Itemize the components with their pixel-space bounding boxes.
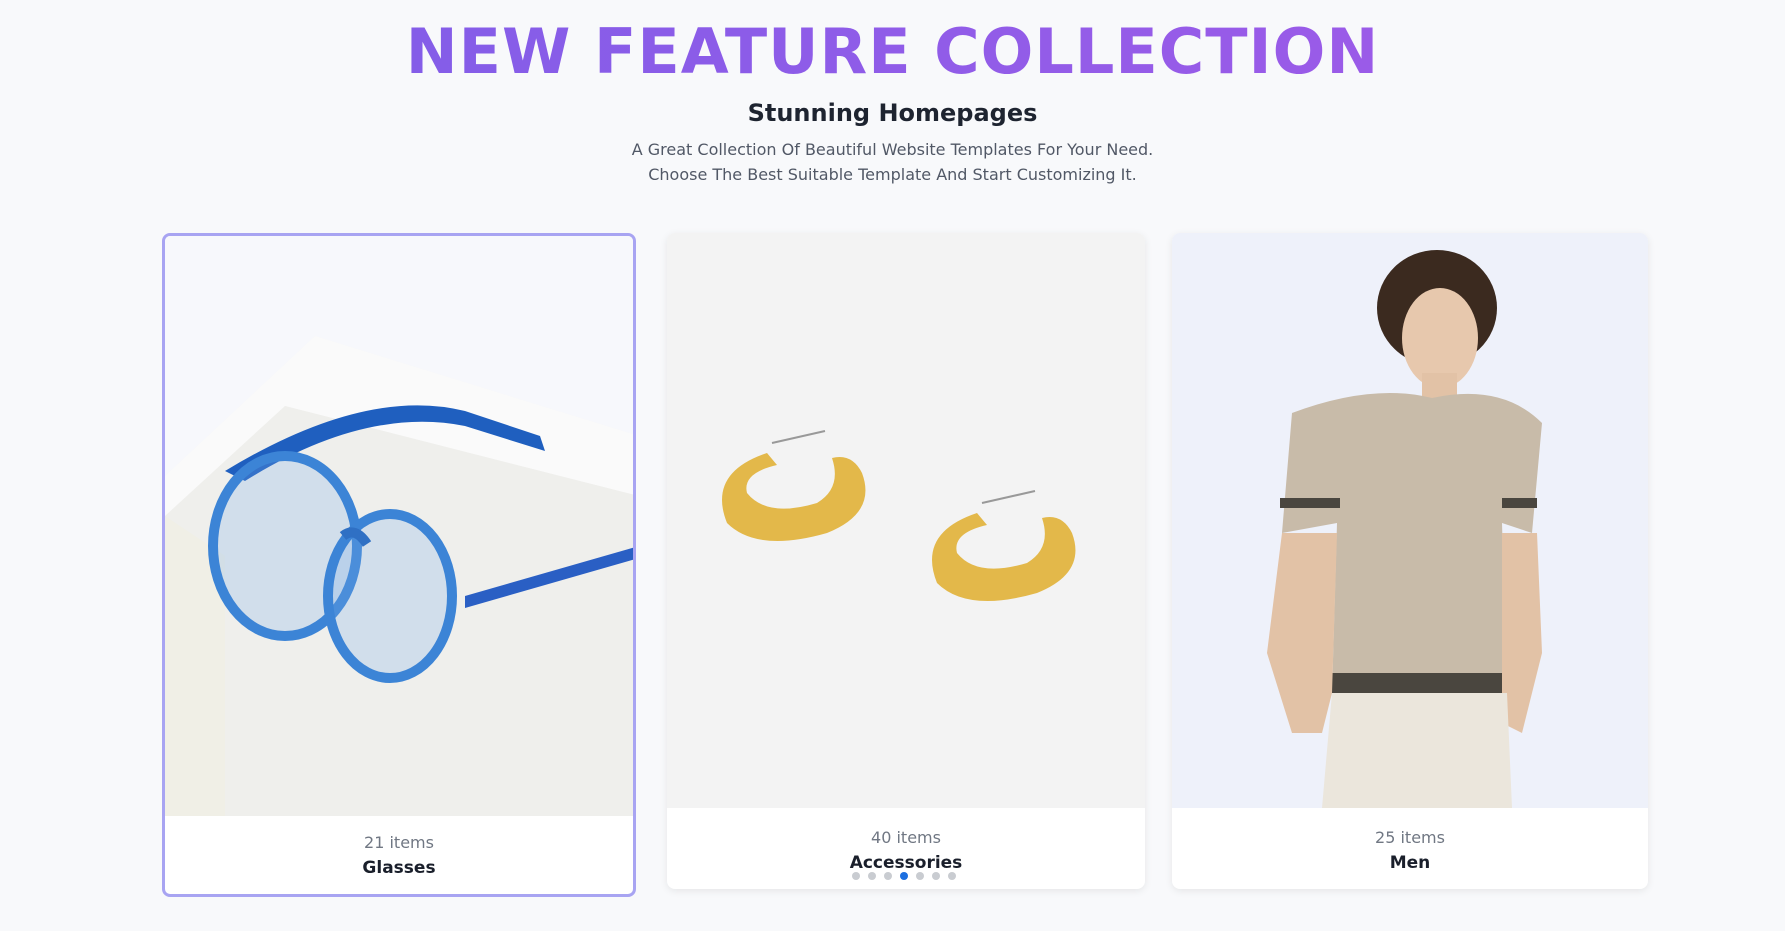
collection-card-accessories[interactable]: 40 items Accessories — [667, 233, 1145, 889]
gold-hoop-earrings-image[interactable] — [667, 233, 1145, 808]
section-subtitle: Stunning Homepages — [747, 99, 1038, 127]
card-title[interactable]: Glasses — [165, 858, 633, 878]
carousel-dot[interactable] — [852, 872, 860, 880]
man-polo-shirt-image[interactable] — [1172, 233, 1648, 808]
carousel-dot[interactable] — [868, 872, 876, 880]
carousel-dot[interactable] — [948, 872, 956, 880]
section-title: NEW FEATURE COLLECTION — [0, 14, 1785, 90]
section-description: A Great Collection Of Beautiful Website … — [631, 140, 1154, 184]
blue-eyeglasses-image[interactable] — [165, 236, 633, 816]
card-title[interactable]: Accessories — [667, 853, 1145, 873]
carousel-dot-active[interactable] — [900, 872, 908, 880]
card-item-count: 25 items — [1375, 828, 1445, 847]
carousel-dot[interactable] — [932, 872, 940, 880]
card-item-count: 40 items — [871, 828, 941, 847]
carousel-dot[interactable] — [916, 872, 924, 880]
carousel-dot[interactable] — [884, 872, 892, 880]
card-item-count: 21 items — [364, 833, 434, 852]
carousel-pagination — [852, 872, 962, 882]
collection-card-men[interactable]: 25 items Men — [1172, 233, 1648, 889]
card-title[interactable]: Men — [1172, 853, 1648, 873]
collection-card-glasses[interactable]: 21 items Glasses — [162, 233, 636, 897]
